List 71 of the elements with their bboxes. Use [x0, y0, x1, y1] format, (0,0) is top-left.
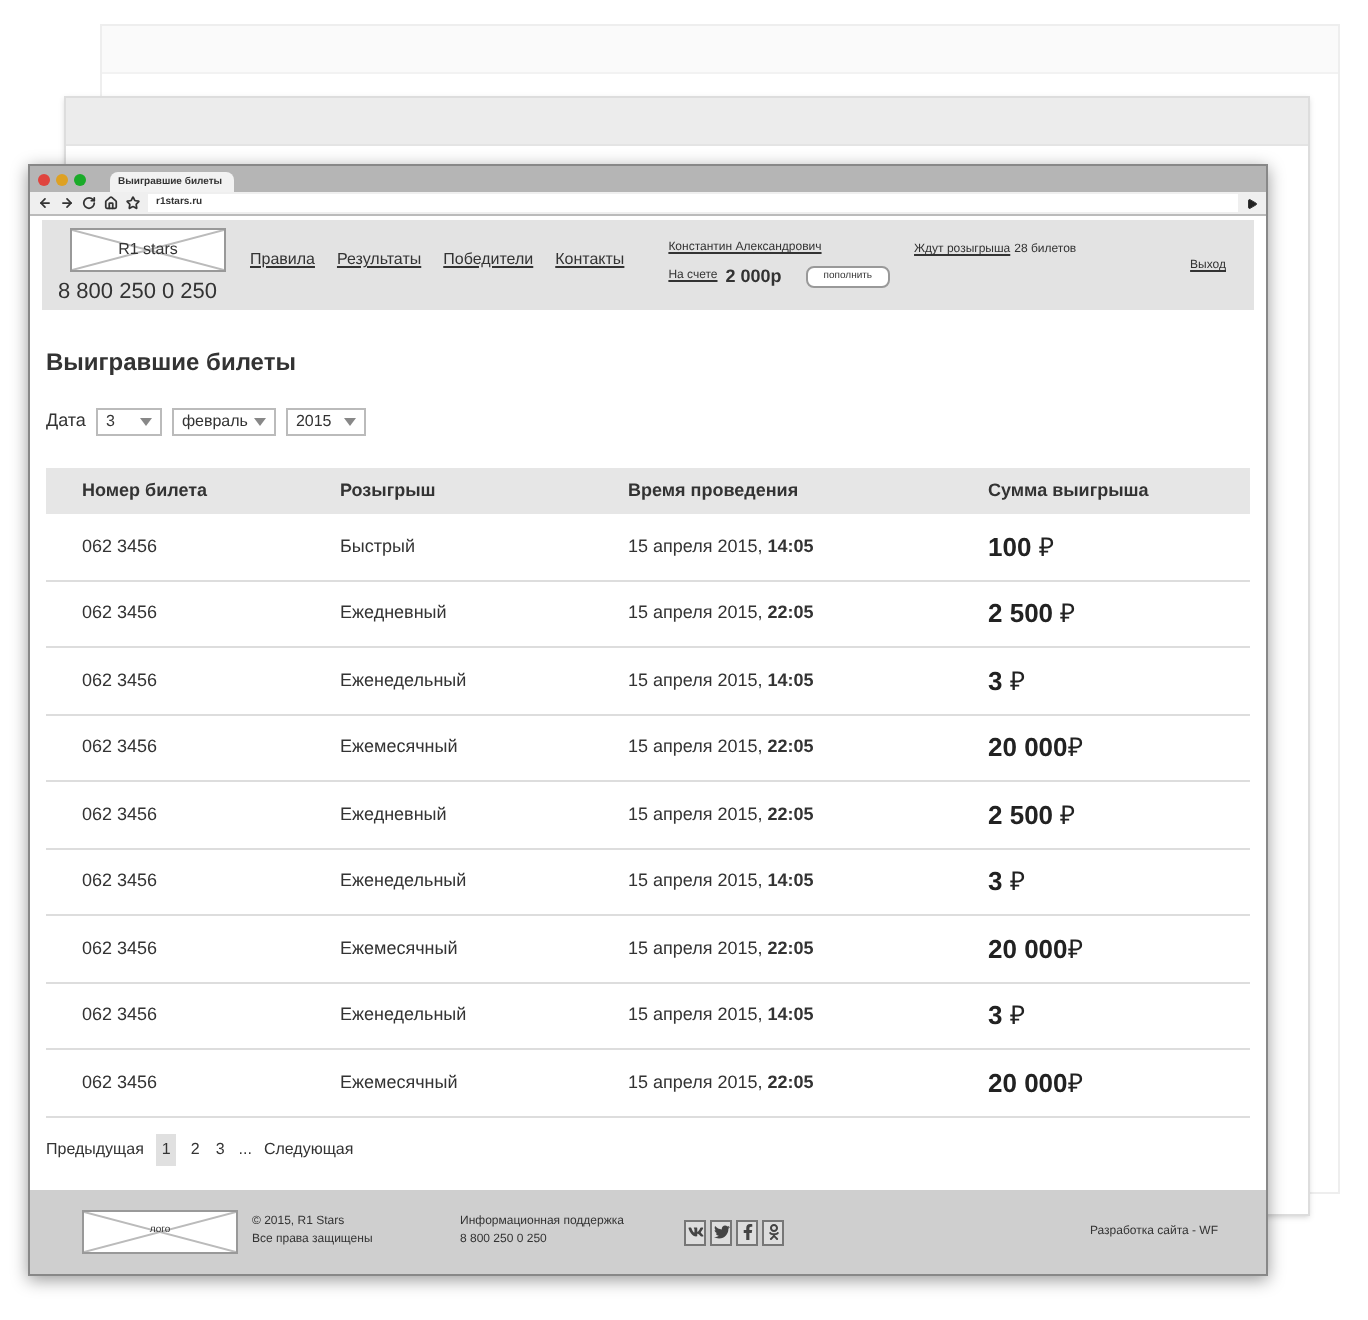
table-cell-text: 15 апреля 2015, 14:05 — [628, 868, 816, 894]
column-header: Розыгрыш — [340, 477, 438, 504]
nav-link[interactable]: Контакты — [555, 248, 625, 272]
page-link[interactable]: 2 — [188, 1137, 202, 1161]
table-cell-text: 15 апреля 2015, 14:05 — [628, 667, 816, 694]
table-cell-text: 20 000₽ — [988, 730, 1084, 766]
table-cell-text: 15 апреля 2015, 22:05 — [628, 734, 816, 760]
page-ellipsis: ... — [238, 1137, 252, 1161]
nav-link[interactable]: Победители — [443, 248, 534, 272]
caret-icon — [343, 418, 356, 426]
table-cell-text: 062 3456 — [82, 801, 160, 827]
star-icon[interactable] — [126, 196, 140, 210]
table-cell-text: Ежедневный — [340, 600, 449, 626]
page-link[interactable]: 3 — [213, 1137, 227, 1161]
caret-icon — [139, 418, 152, 426]
column-header: Номер билета — [82, 477, 210, 504]
table-cell-text: 15 апреля 2015, 14:05 — [628, 1002, 816, 1028]
logo-text: R1 stars — [118, 238, 178, 262]
date-label: Дата — [46, 408, 86, 435]
month-select[interactable]: февраль — [171, 408, 276, 436]
table-cell-text: Еженедельный — [340, 868, 469, 894]
balance-amount: 2 000р — [725, 264, 782, 290]
table-cell-text: 15 апреля 2015, 14:05 — [628, 533, 816, 560]
table-cell-text: 062 3456 — [82, 868, 160, 894]
table-cell-text: 062 3456 — [82, 533, 160, 559]
column-header: Время проведения — [628, 477, 801, 504]
twitter-icon[interactable] — [710, 1219, 732, 1245]
table-cell-text: 20 000₽ — [988, 1065, 1084, 1101]
table-cell-text: 062 3456 — [82, 935, 160, 961]
nav-link[interactable]: Результаты — [336, 248, 422, 272]
table-cell-text: Быстрый — [340, 533, 417, 560]
table-cell-text: 15 апреля 2015, 22:05 — [628, 1069, 816, 1096]
column-header: Сумма выигрыша — [988, 477, 1151, 504]
forward-arrow-icon[interactable] — [60, 196, 74, 210]
table-cell-text: Ежедневный — [340, 801, 449, 828]
table-cell-text: Еженедельный — [340, 667, 469, 694]
back-arrow-icon[interactable] — [38, 196, 52, 210]
play-arrow-icon[interactable] — [1246, 197, 1258, 209]
home-icon[interactable] — [104, 196, 118, 210]
table-cell-text: 062 3456 — [82, 600, 160, 626]
caret-icon — [253, 418, 266, 426]
table-cell-text: 100 ₽ — [988, 529, 1055, 565]
table-cell-text: Ежемесячный — [340, 1069, 460, 1095]
table-cell-text: 15 апреля 2015, 22:05 — [628, 801, 816, 828]
ok-icon[interactable] — [762, 1219, 784, 1245]
table-cell-text: 2 500 ₽ — [988, 596, 1077, 632]
next-page-link[interactable]: Следующая — [263, 1137, 354, 1161]
table-cell-text: 062 3456 — [82, 734, 160, 760]
reload-icon[interactable] — [82, 196, 96, 210]
table-cell-text: 3 ₽ — [988, 663, 1026, 699]
table-cell-text: 3 ₽ — [988, 864, 1026, 900]
table-cell-text: Еженедельный — [340, 1002, 469, 1028]
page-title: Выигравшие билеты — [46, 346, 298, 380]
previous-page-link[interactable]: Предыдущая — [46, 1137, 144, 1161]
table-cell-text: 15 апреля 2015, 22:05 — [628, 935, 816, 962]
table-cell-text: 2 500 ₽ — [988, 797, 1077, 833]
table-cell-text: 20 000₽ — [988, 931, 1084, 967]
table-cell-text: 062 3456 — [82, 1002, 160, 1028]
page-link[interactable]: 1 — [155, 1133, 177, 1165]
year-select[interactable]: 2015 — [285, 408, 366, 436]
table-cell-text: Ежемесячный — [340, 935, 460, 961]
table-cell-text: Ежемесячный — [340, 734, 460, 760]
day-select[interactable]: 3 — [95, 408, 162, 436]
facebook-icon[interactable] — [736, 1219, 758, 1245]
table-cell-text: 062 3456 — [82, 667, 160, 693]
nav-link[interactable]: Правила — [250, 248, 315, 272]
table-cell-text: 062 3456 — [82, 1069, 160, 1095]
vk-icon[interactable] — [684, 1219, 706, 1245]
phone-number: 8 800 250 0 250 — [58, 278, 220, 308]
table-cell-text: 15 апреля 2015, 22:05 — [628, 600, 816, 626]
table-cell-text: 3 ₽ — [988, 998, 1026, 1034]
